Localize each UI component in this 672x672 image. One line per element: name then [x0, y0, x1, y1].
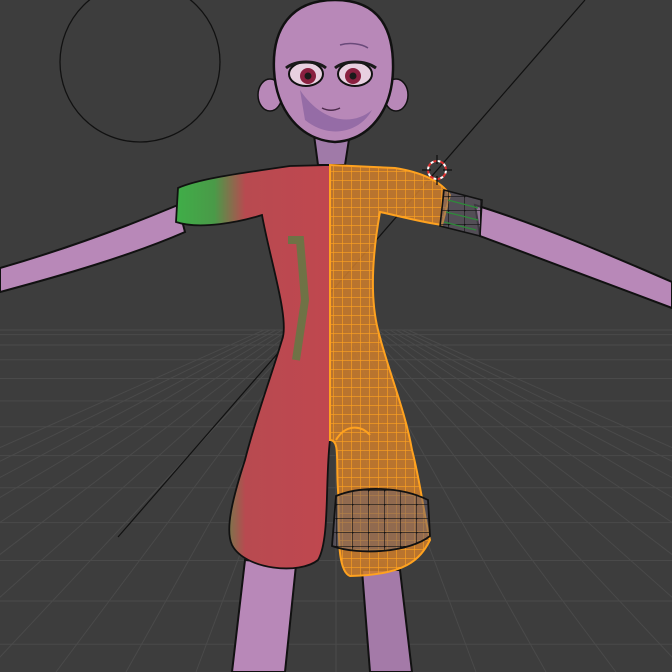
pant-cuff-vertices[interactable]	[331, 488, 431, 553]
light-gizmo	[59, 0, 221, 143]
grid-line	[0, 329, 265, 449]
3d-viewport[interactable]	[0, 0, 672, 672]
weight-paint-mesh[interactable]	[175, 164, 331, 570]
grid-line	[0, 329, 271, 462]
grid-line	[401, 329, 672, 462]
character-legs	[230, 558, 414, 672]
grid-line	[389, 329, 672, 499]
grid-line	[407, 329, 672, 449]
sleeve-cuff-vertices[interactable]	[439, 188, 483, 238]
viewport-canvas[interactable]	[0, 0, 672, 672]
grid-line	[395, 329, 672, 479]
character-head	[257, 0, 409, 166]
